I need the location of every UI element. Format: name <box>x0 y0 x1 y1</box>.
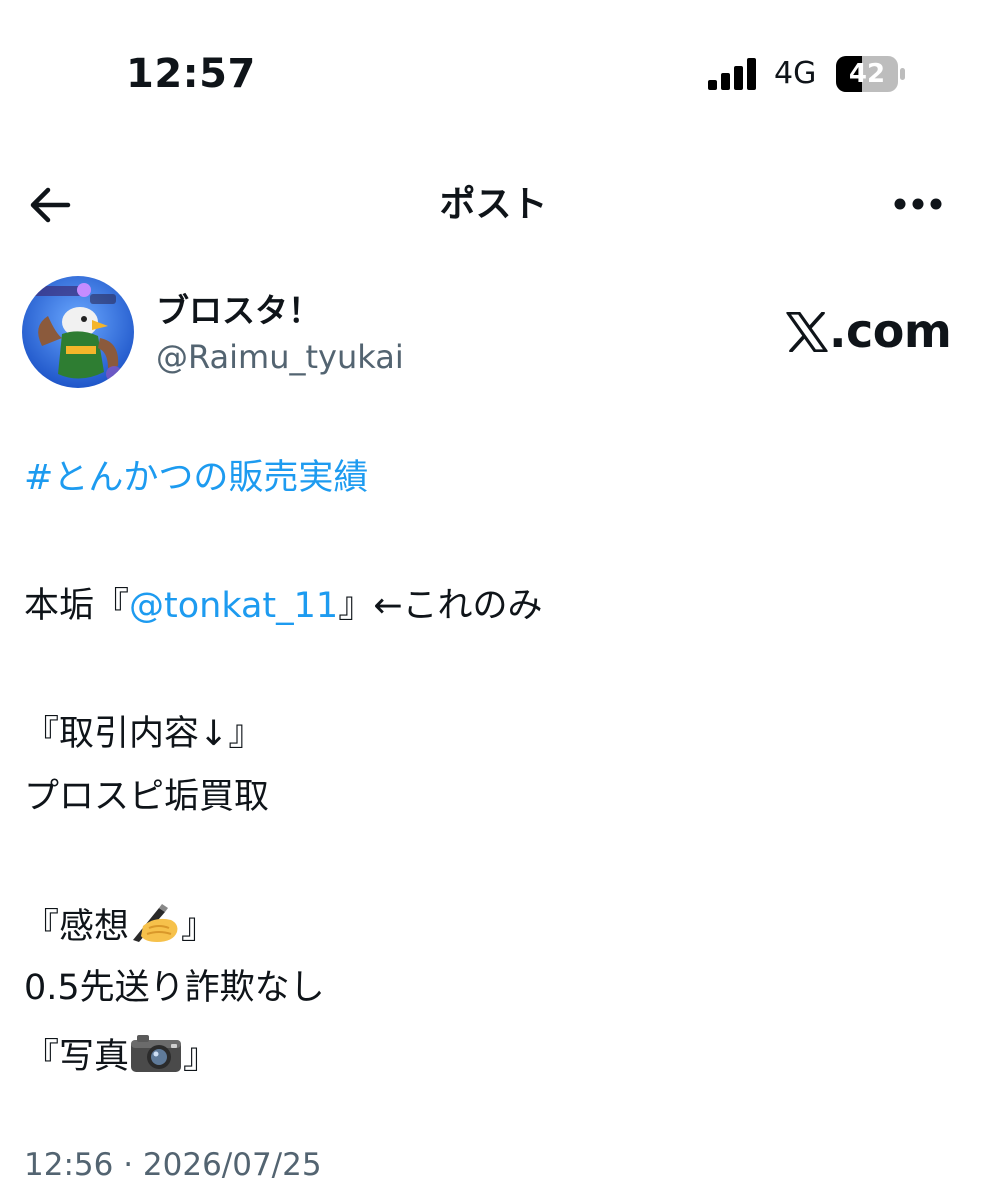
display-name[interactable]: ブロスタ！ <box>156 290 321 332</box>
x-logo-icon <box>786 312 828 352</box>
post-timestamp[interactable]: 12:56 · 2026/07/25 <box>24 1144 322 1186</box>
hashtag-link[interactable]: #とんかつの販売実績 <box>24 456 368 500</box>
post-text: 』←これのみ <box>338 586 543 626</box>
user-handle[interactable]: @Raimu_tyukai <box>156 336 404 378</box>
post-text: 『写真 <box>24 1037 130 1077</box>
post-line-account: 本垢『@tonkat_11』←これのみ <box>24 584 543 628</box>
photo-heading: 『写真 』 <box>24 1032 218 1079</box>
x-watermark: .com <box>786 304 952 358</box>
battery-icon: 42 <box>836 56 906 92</box>
back-button[interactable] <box>26 180 76 230</box>
trade-detail: プロスピ垢買取 <box>24 777 270 817</box>
network-type: 4G <box>774 56 817 91</box>
post-text: 』 <box>181 907 217 947</box>
post-text: 本垢『 <box>24 586 130 626</box>
page-title: ポスト <box>439 184 548 225</box>
more-options-button[interactable] <box>892 188 944 220</box>
arrow-left-icon <box>30 187 71 223</box>
post-text: 』 <box>183 1037 219 1077</box>
impression-detail: 0.5先送り詐欺なし <box>24 968 325 1008</box>
post-text: 『感想 <box>24 907 130 947</box>
mention-link[interactable]: @tonkat_11 <box>129 586 338 626</box>
battery-level: 42 <box>848 59 886 89</box>
more-horizontal-icon <box>894 198 942 210</box>
avatar[interactable] <box>22 276 134 388</box>
impression-heading: 『感想 』 <box>24 902 216 949</box>
writing-hand-icon <box>133 904 178 942</box>
signal-icon <box>708 58 756 90</box>
status-time: 12:57 <box>126 51 256 97</box>
camera-icon <box>131 1035 182 1072</box>
trade-heading: 『取引内容↓』 <box>24 714 264 754</box>
